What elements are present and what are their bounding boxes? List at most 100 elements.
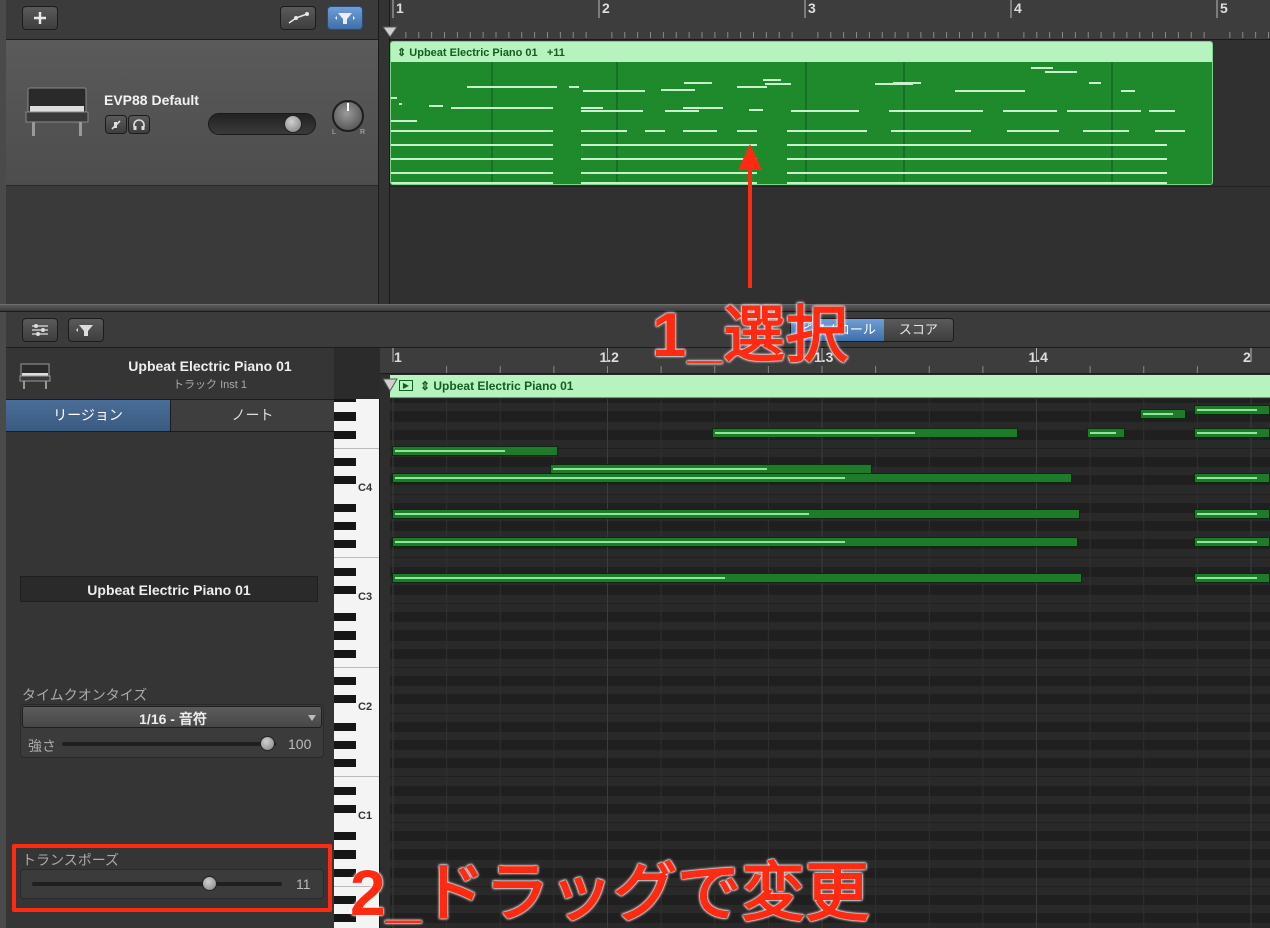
region-mini-note [1089,82,1101,84]
region-loop-icon: ▶ [399,380,413,391]
tab-score[interactable]: スコア [883,319,953,341]
midi-note[interactable] [392,573,1082,583]
black-key[interactable] [334,567,356,576]
region-mini-note [1083,130,1129,132]
region-mini-note [1121,90,1135,92]
midi-note[interactable] [1194,428,1270,438]
annotation-arrow [738,144,762,288]
bar-number: 3 [808,0,816,16]
editor-filter-button[interactable] [68,318,104,342]
black-key[interactable] [334,695,356,704]
beat-number: 1.4 [1029,349,1049,365]
black-key[interactable] [334,832,356,841]
region-mini-note [1085,110,1121,112]
garageband-window: EVP88 Default L R 1 2 3 4 5 ⇕ Upbeat Electri… [0,0,1270,928]
black-key[interactable] [334,503,356,512]
region-mini-note [581,130,627,132]
tab-notes[interactable]: ノート [171,400,334,431]
catch-filter-button[interactable] [327,6,363,30]
black-key[interactable] [334,613,356,622]
black-key[interactable] [334,521,356,530]
black-key[interactable] [334,585,356,594]
midi-note[interactable] [1140,409,1186,419]
tracks-splitter[interactable] [378,0,390,304]
region-mini-note [1061,71,1077,73]
playhead-icon[interactable] [382,26,398,38]
region-mini-note [581,107,603,109]
editor-region-header[interactable]: ▶ ⇕ Upbeat Electric Piano 01 [390,375,1270,398]
midi-note[interactable] [1194,405,1270,415]
bar-number: 5 [1220,0,1228,16]
region-mini-note [645,130,665,132]
midi-note[interactable] [1194,473,1270,483]
midi-note[interactable] [712,428,1018,438]
region-mini-note [581,158,757,160]
region-mini-note [581,182,757,184]
region-mini-note [891,130,971,132]
region-name-field[interactable]: Upbeat Electric Piano 01 [20,576,318,602]
midi-region-notes [391,62,1212,184]
region-mini-note [955,90,1025,92]
region-mini-note [737,130,757,132]
region-mini-note [583,90,645,92]
black-key[interactable] [334,759,356,768]
region-mini-note [1003,110,1057,112]
midi-note[interactable] [392,537,1078,547]
region-mini-note [951,110,983,112]
region-name-label: ⇕ Upbeat Electric Piano 01 +11 [397,47,565,59]
black-key[interactable] [334,804,356,813]
tab-region[interactable]: リージョン [6,400,171,431]
region-mini-note [749,109,763,111]
transpose-highlight-box [12,844,332,912]
editor-toolbar [6,312,1270,348]
midi-note[interactable] [392,446,558,456]
midi-note[interactable] [1194,537,1270,547]
editor-subtitle: トラック Inst 1 [173,379,247,391]
white-key-divider [334,447,379,449]
region-mini-note [391,120,417,122]
quantize-select[interactable]: 1/16 - 音符 [22,706,322,728]
add-track-button[interactable] [22,6,58,30]
automation-button[interactable] [280,6,316,30]
black-key[interactable] [334,722,356,731]
midi-note[interactable] [392,509,1080,519]
region-mini-note [737,86,767,88]
black-key[interactable] [334,740,356,749]
black-key[interactable] [334,786,356,795]
black-key[interactable] [334,631,356,640]
midi-note[interactable] [392,473,1072,483]
volume-slider-knob[interactable] [283,115,302,133]
region-mini-note [787,172,1167,174]
editor-divider[interactable] [0,304,1270,312]
region-mini-note [1149,110,1175,112]
midi-note[interactable] [1087,428,1125,438]
strength-label: 強さ [28,738,56,754]
headphones-button[interactable] [128,115,150,134]
black-key[interactable] [334,430,356,439]
editor-settings-button[interactable] [22,318,58,342]
black-key[interactable] [334,649,356,658]
strength-slider-knob[interactable] [260,736,275,751]
midi-region[interactable]: ⇕ Upbeat Electric Piano 01 +11 [390,41,1213,185]
midi-note[interactable] [1194,573,1270,583]
black-key[interactable] [334,540,356,549]
editor-playhead-icon[interactable] [382,378,398,392]
black-key[interactable] [334,399,356,403]
black-key[interactable] [334,677,356,686]
black-key[interactable] [334,412,356,421]
timeline-ruler-ticks: 1 2 3 4 5 [392,0,1269,38]
track-name[interactable]: EVP88 Default [104,92,199,108]
track-list-empty-area [6,186,378,304]
volume-slider[interactable] [208,113,316,135]
region-mini-note [787,158,1167,160]
black-key[interactable] [334,476,356,485]
strength-slider[interactable] [62,736,276,751]
pan-knob[interactable] [332,100,364,132]
region-mini-note [765,83,791,85]
region-mini-note [683,107,723,109]
region-mini-note [683,130,717,132]
region-mini-note [399,103,402,105]
midi-note[interactable] [1194,509,1270,519]
mute-button[interactable] [105,115,127,134]
black-key[interactable] [334,458,356,467]
